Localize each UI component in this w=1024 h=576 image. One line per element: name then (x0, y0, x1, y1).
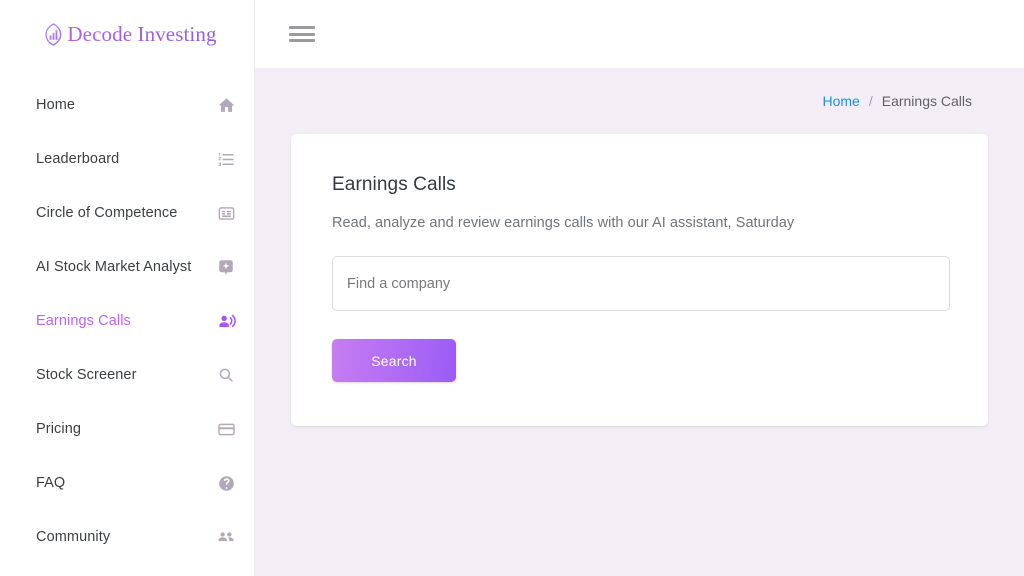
hamburger-bar (289, 26, 315, 29)
sidebar-item-stock-screener[interactable]: Stock Screener (0, 348, 254, 402)
breadcrumb: Home / Earnings Calls (291, 68, 988, 134)
sidebar-item-label: Community (36, 529, 111, 545)
sidebar-item-community[interactable]: Community (0, 510, 254, 564)
numbered-list-icon (216, 149, 236, 169)
sidebar-item-label: FAQ (36, 475, 66, 491)
search-button[interactable]: Search (332, 339, 456, 382)
page-subtitle: Read, analyze and review earnings calls … (332, 215, 795, 231)
company-search-input[interactable] (332, 256, 950, 311)
sidebar-item-label: Home (36, 97, 76, 113)
topbar (255, 0, 1024, 68)
hamburger-bar (289, 39, 315, 42)
people-group-icon (216, 527, 236, 547)
main-area: Home / Earnings Calls Earnings Calls Rea… (255, 0, 1024, 576)
sidebar-item-label: Pricing (36, 421, 82, 437)
earnings-calls-card: Earnings Calls Read, analyze and review … (291, 134, 988, 426)
breadcrumb-home-link[interactable]: Home (822, 93, 859, 109)
breadcrumb-separator: / (868, 93, 873, 109)
search-icon (216, 365, 236, 385)
home-icon (216, 95, 236, 115)
chart-leaf-logo-icon (43, 22, 64, 46)
sidebar-item-label: Circle of Competence (36, 205, 178, 221)
hamburger-bar (289, 32, 315, 36)
sidebar-item-pricing[interactable]: Pricing (0, 402, 254, 456)
sidebar-item-label: Stock Screener (36, 367, 137, 383)
sidebar: Decode Investing Home Leaderboard Circle… (0, 0, 255, 576)
sidebar-item-faq[interactable]: FAQ (0, 456, 254, 510)
voice-over-icon (216, 311, 236, 331)
sidebar-nav: Home Leaderboard Circle of Competence AI… (0, 68, 254, 564)
sidebar-item-earnings-calls[interactable]: Earnings Calls (0, 294, 254, 348)
hamburger-menu-icon[interactable] (289, 24, 315, 44)
sidebar-item-label: Earnings Calls (36, 313, 131, 329)
sidebar-item-label: AI Stock Market Analyst (36, 259, 192, 275)
brand-logo[interactable]: Decode Investing (0, 0, 254, 68)
sidebar-item-home[interactable]: Home (0, 78, 254, 132)
credit-card-icon (216, 419, 236, 439)
sidebar-item-circle-of-competence[interactable]: Circle of Competence (0, 186, 254, 240)
help-circle-icon (216, 473, 236, 493)
page-title: Earnings Calls (332, 174, 456, 195)
sidebar-item-label: Leaderboard (36, 151, 120, 167)
article-list-icon (216, 203, 236, 223)
app-root: Decode Investing Home Leaderboard Circle… (0, 0, 1024, 576)
brand-name: Decode Investing (67, 21, 217, 46)
breadcrumb-current: Earnings Calls (881, 93, 972, 109)
sidebar-item-ai-stock-market-analyst[interactable]: AI Stock Market Analyst (0, 240, 254, 294)
sidebar-item-leaderboard[interactable]: Leaderboard (0, 132, 254, 186)
content-area: Home / Earnings Calls Earnings Calls Rea… (255, 68, 1024, 576)
sparkle-badge-icon (216, 257, 236, 277)
